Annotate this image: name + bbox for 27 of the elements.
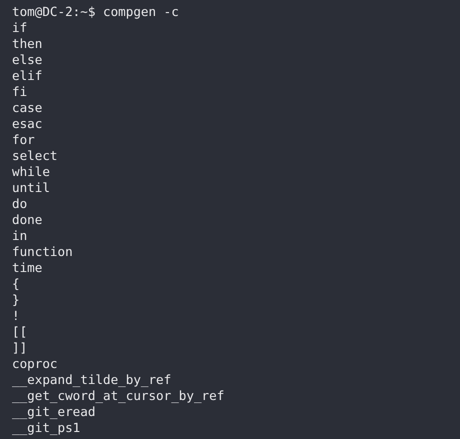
- output-line: function: [12, 244, 73, 260]
- output-line: select: [12, 148, 58, 164]
- output-line: ]]: [12, 340, 28, 356]
- output-line: __git_ps1: [12, 420, 80, 436]
- output-line: else: [12, 52, 42, 68]
- output-line: elif: [12, 68, 42, 84]
- output-line: __git_eread: [12, 404, 96, 420]
- output-line: for: [12, 132, 35, 148]
- output-line: }: [12, 292, 20, 308]
- output-line: then: [12, 36, 42, 52]
- output-line: if: [12, 20, 28, 36]
- output-line: esac: [12, 116, 42, 132]
- output-line: case: [12, 100, 42, 116]
- prompt-line: tom@DC-2:~$ compgen -c: [12, 4, 179, 20]
- output-line: until: [12, 180, 50, 196]
- output-line: do: [12, 196, 28, 212]
- output-line: __expand_tilde_by_ref: [12, 372, 172, 388]
- output-line: while: [12, 164, 50, 180]
- output-line: in: [12, 228, 28, 244]
- output-line: time: [12, 260, 42, 276]
- output-line: __get_cword_at_cursor_by_ref: [12, 388, 224, 404]
- output-line: {: [12, 276, 20, 292]
- output-line: fi: [12, 84, 28, 100]
- output-line: done: [12, 212, 42, 228]
- output-line: coproc: [12, 356, 58, 372]
- output-line: !: [12, 308, 20, 324]
- output-line: [[: [12, 324, 28, 340]
